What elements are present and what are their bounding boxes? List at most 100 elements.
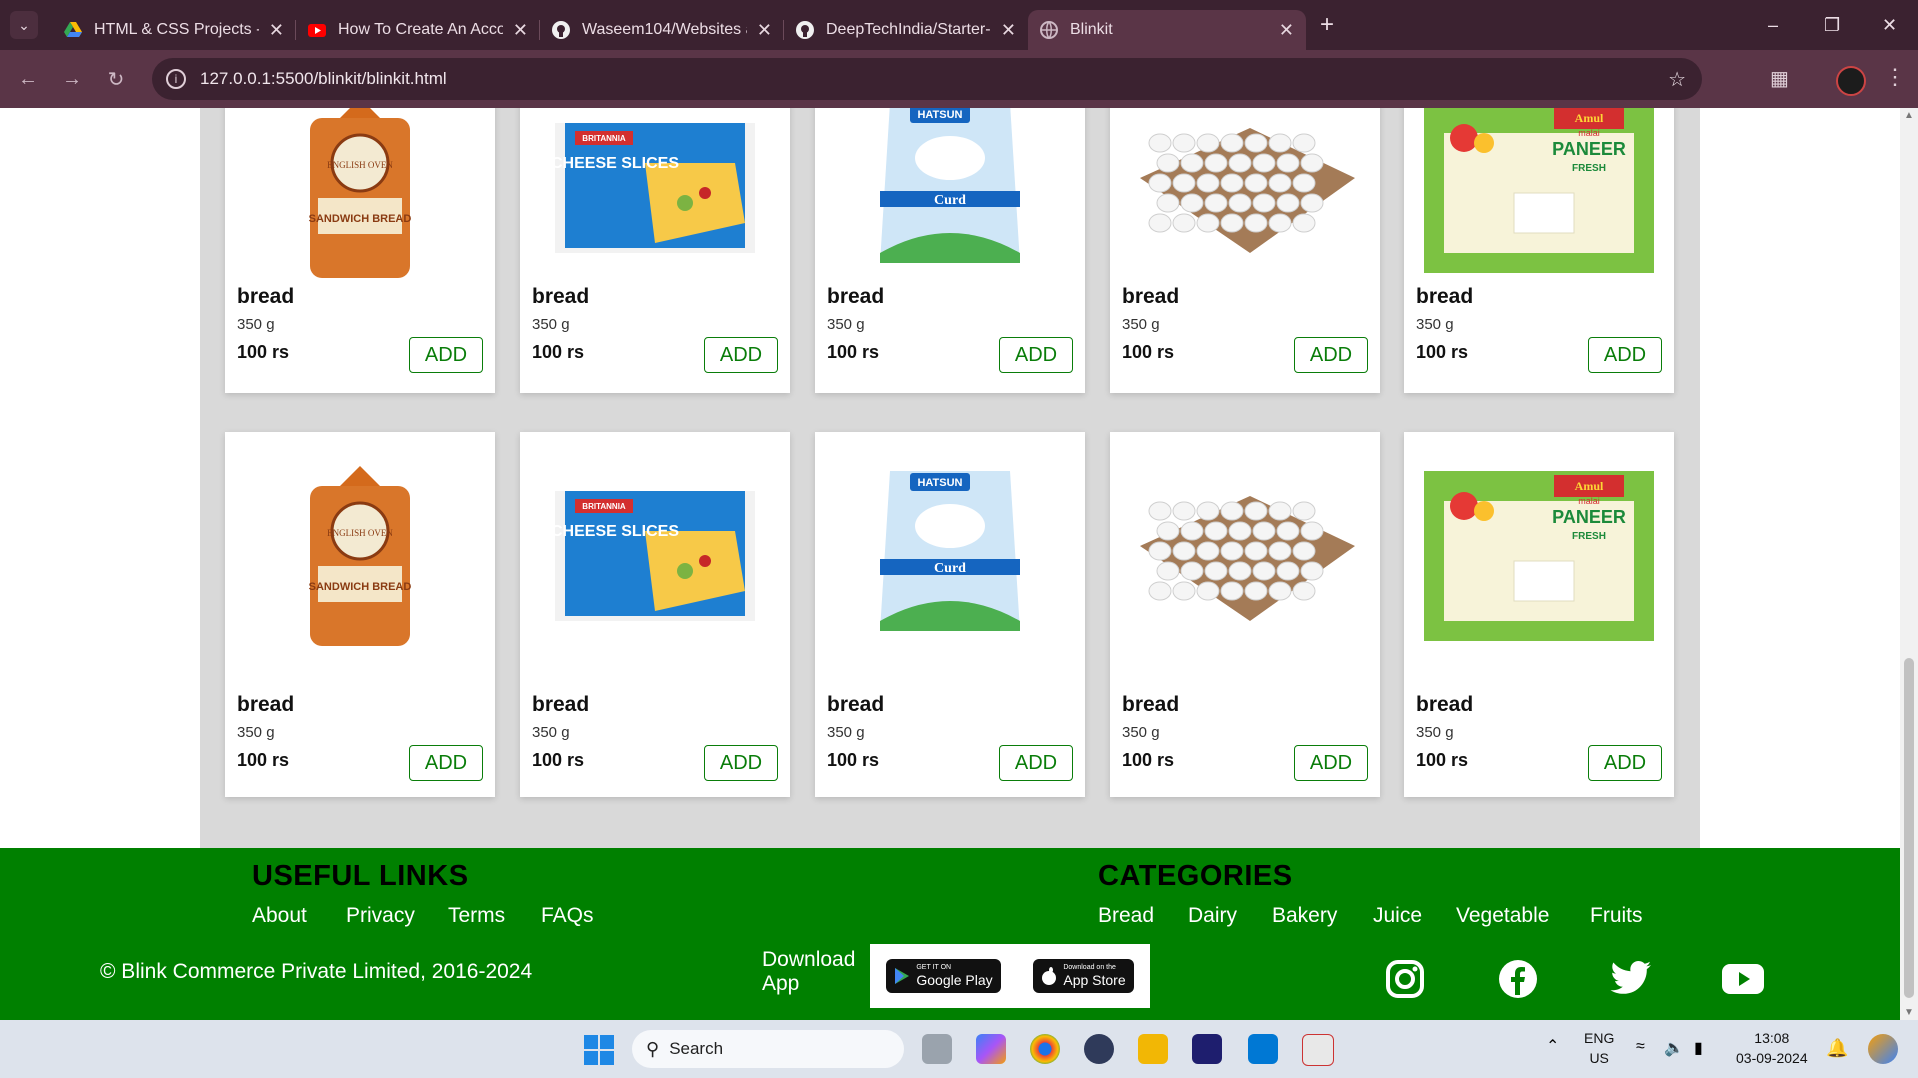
scroll-down-arrow-icon[interactable]: ▼ xyxy=(1904,1007,1914,1018)
jetbrains-icon[interactable] xyxy=(1192,1034,1222,1064)
new-tab-plus-icon[interactable]: + xyxy=(1320,11,1334,39)
instagram-icon[interactable] xyxy=(1384,958,1426,1000)
category-link-bakery[interactable]: Bakery xyxy=(1272,904,1337,928)
scroll-up-arrow-icon[interactable]: ▲ xyxy=(1904,110,1914,121)
footer-link-faqs[interactable]: FAQs xyxy=(541,904,594,928)
browser-tab-3[interactable]: Waseem104/Websites at maste ✕ xyxy=(540,10,784,50)
site-info-icon[interactable]: i xyxy=(166,69,186,89)
copilot-icon[interactable] xyxy=(976,1034,1006,1064)
category-link-juice[interactable]: Juice xyxy=(1373,904,1422,928)
address-bar[interactable]: i 127.0.0.1:5500/blinkit/blinkit.html ☆ xyxy=(152,58,1702,100)
download-line-1: Download xyxy=(762,948,856,971)
windows-start-icon[interactable] xyxy=(584,1035,614,1070)
browser-tab-5-active[interactable]: Blinkit ✕ xyxy=(1028,10,1306,50)
product-card[interactable]: BRITANNIA CHEESE SLICES bread 350 g 100 … xyxy=(520,432,790,797)
category-link-bread[interactable]: Bread xyxy=(1098,904,1154,928)
app-icon[interactable] xyxy=(1084,1034,1114,1064)
facebook-icon[interactable] xyxy=(1497,958,1539,1000)
page-scrollbar[interactable]: ▲ ▼ xyxy=(1900,108,1918,1020)
notification-bell-icon[interactable]: 🔔 xyxy=(1826,1038,1848,1059)
close-tab-icon[interactable]: ✕ xyxy=(1279,20,1294,41)
close-tab-icon[interactable]: ✕ xyxy=(513,20,528,41)
lang-text: ENG xyxy=(1584,1030,1615,1046)
category-link-vegetable[interactable]: Vegetable xyxy=(1456,904,1549,928)
product-card[interactable]: Amul malai PANEER FRESH bread 350 g 100 … xyxy=(1404,108,1674,393)
add-to-cart-button[interactable]: ADD xyxy=(704,337,778,373)
category-link-fruits[interactable]: Fruits xyxy=(1590,904,1643,928)
wifi-icon[interactable]: ≈ xyxy=(1636,1038,1645,1056)
add-to-cart-button[interactable]: ADD xyxy=(409,745,483,781)
product-card[interactable]: ENGLISH OVEN SANDWICH BREAD bread 350 g … xyxy=(225,432,495,797)
page-viewport: ENGLISH OVEN SANDWICH BREAD bread 350 g … xyxy=(0,108,1900,1020)
add-to-cart-button[interactable]: ADD xyxy=(1588,337,1662,373)
product-card[interactable]: BRITANNIA CHEESE SLICES bread 350 g 100 … xyxy=(520,108,790,393)
product-image-curd[interactable]: HATSUN Curd xyxy=(835,108,1065,288)
youtube-icon[interactable] xyxy=(1722,958,1764,1000)
footer-link-about[interactable]: About xyxy=(252,904,307,928)
close-tab-icon[interactable]: ✕ xyxy=(1001,20,1016,41)
language-indicator[interactable]: ENG US xyxy=(1584,1028,1614,1068)
google-play-button[interactable]: GET IT ON Google Play xyxy=(886,959,1001,993)
product-card[interactable]: Amul malai PANEER FRESH bread 350 g 100 … xyxy=(1404,432,1674,797)
tray-chevron-up-icon[interactable]: ⌃ xyxy=(1546,1036,1559,1056)
product-card[interactable]: HATSUN Curd bread 350 g 100 rs ADD xyxy=(815,432,1085,797)
add-to-cart-button[interactable]: ADD xyxy=(1588,745,1662,781)
extensions-puzzle-icon[interactable]: ▦ xyxy=(1770,66,1789,91)
browser-tab-2[interactable]: How To Create An Accordions I ✕ xyxy=(296,10,540,50)
clock[interactable]: 13:08 03-09-2024 xyxy=(1736,1028,1808,1068)
product-card[interactable]: bread 350 g 100 rs ADD xyxy=(1110,108,1380,393)
product-card[interactable]: bread 350 g 100 rs ADD xyxy=(1110,432,1380,797)
vscode-icon[interactable] xyxy=(1248,1034,1278,1064)
svg-text:Amul: Amul xyxy=(1575,479,1604,493)
category-link-dairy[interactable]: Dairy xyxy=(1188,904,1237,928)
svg-text:Curd: Curd xyxy=(934,193,966,208)
taskbar-search[interactable]: ⚲ Search xyxy=(632,1030,904,1068)
restore-icon[interactable]: ❐ xyxy=(1824,0,1840,50)
footer-link-privacy[interactable]: Privacy xyxy=(346,904,415,928)
product-card[interactable]: ENGLISH OVEN SANDWICH BREAD bread 350 g … xyxy=(225,108,495,393)
product-image-eggs[interactable] xyxy=(1130,108,1360,288)
product-image-paneer[interactable]: Amul malai PANEER FRESH xyxy=(1424,108,1654,288)
back-arrow-icon[interactable]: ← xyxy=(6,68,50,91)
product-image-bread[interactable]: ENGLISH OVEN SANDWICH BREAD xyxy=(245,456,475,656)
file-explorer-icon[interactable] xyxy=(1138,1034,1168,1064)
kebab-menu-icon[interactable]: ⋮ xyxy=(1884,64,1906,90)
app-store-button[interactable]: Download on the App Store xyxy=(1033,959,1134,993)
forward-arrow-icon[interactable]: → xyxy=(50,68,94,91)
task-view-icon[interactable] xyxy=(922,1034,952,1064)
volume-icon[interactable]: 🔈 xyxy=(1664,1038,1684,1058)
product-image-curd[interactable]: HATSUN Curd xyxy=(835,456,1065,656)
product-image-bread[interactable]: ENGLISH OVEN SANDWICH BREAD xyxy=(245,108,475,288)
add-to-cart-button[interactable]: ADD xyxy=(704,745,778,781)
close-tab-icon[interactable]: ✕ xyxy=(269,20,284,41)
footer-link-terms[interactable]: Terms xyxy=(448,904,505,928)
add-to-cart-button[interactable]: ADD xyxy=(409,337,483,373)
product-weight: 350 g xyxy=(827,316,865,333)
tab-search-chevron-icon[interactable]: ⌄ xyxy=(10,11,38,39)
add-to-cart-button[interactable]: ADD xyxy=(1294,337,1368,373)
product-name: bread xyxy=(1122,693,1180,716)
chrome-icon[interactable] xyxy=(1030,1034,1060,1064)
product-image-cheese-slices[interactable]: BRITANNIA CHEESE SLICES xyxy=(540,108,770,288)
browser-tab-1[interactable]: HTML & CSS Projects - Google ✕ xyxy=(52,10,296,50)
twitter-icon[interactable] xyxy=(1610,958,1652,1000)
reload-icon[interactable]: ↻ xyxy=(94,67,138,92)
bookmark-star-icon[interactable]: ☆ xyxy=(1668,67,1686,92)
add-to-cart-button[interactable]: ADD xyxy=(999,745,1073,781)
scrollbar-thumb[interactable] xyxy=(1904,658,1914,998)
product-image-paneer[interactable]: Amul malai PANEER FRESH xyxy=(1424,456,1654,656)
close-window-icon[interactable]: ✕ xyxy=(1882,0,1897,50)
product-image-eggs[interactable] xyxy=(1130,456,1360,656)
profile-avatar[interactable] xyxy=(1836,66,1866,96)
browser-tab-4[interactable]: DeepTechIndia/Starter-Files ✕ xyxy=(784,10,1028,50)
product-image-cheese-slices[interactable]: BRITANNIA CHEESE SLICES xyxy=(540,456,770,656)
svg-text:CHEESE SLICES: CHEESE SLICES xyxy=(555,155,679,172)
snipping-tool-icon[interactable] xyxy=(1302,1034,1334,1066)
product-card[interactable]: HATSUN Curd bread 350 g 100 rs ADD xyxy=(815,108,1085,393)
close-tab-icon[interactable]: ✕ xyxy=(757,20,772,41)
battery-icon[interactable]: ▮ xyxy=(1694,1038,1703,1058)
add-to-cart-button[interactable]: ADD xyxy=(1294,745,1368,781)
add-to-cart-button[interactable]: ADD xyxy=(999,337,1073,373)
widgets-icon[interactable] xyxy=(1868,1034,1898,1064)
minimize-icon[interactable]: – xyxy=(1768,0,1778,50)
